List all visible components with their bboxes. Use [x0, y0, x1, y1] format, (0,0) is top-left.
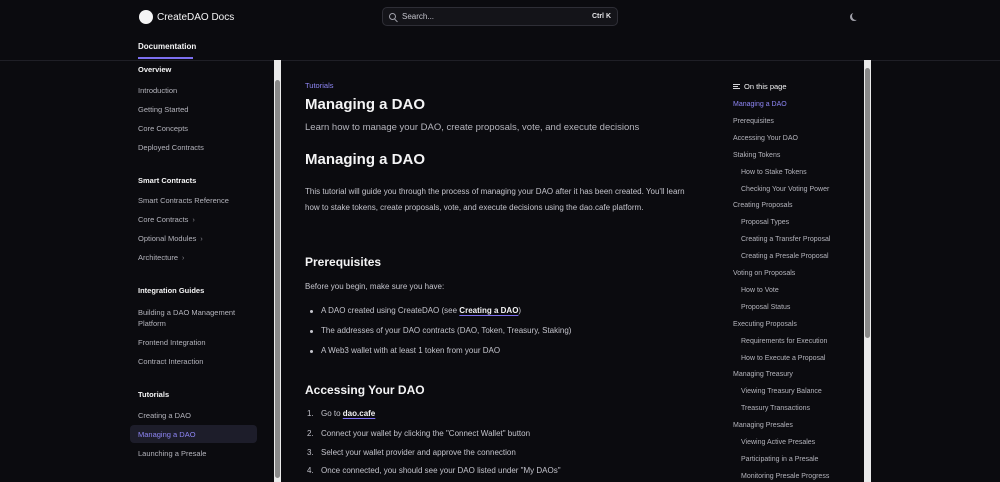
- toc-item[interactable]: How to Stake Tokens: [741, 169, 807, 176]
- toc-item[interactable]: Prerequisites: [733, 118, 774, 125]
- sidebar-item-launching-presale[interactable]: Launching a Presale: [138, 449, 206, 458]
- toc-item[interactable]: Monitoring Presale Progress: [741, 473, 829, 480]
- sidebar-section-overview[interactable]: Overview: [138, 65, 171, 74]
- sidebar-item-contract-interaction[interactable]: Contract Interaction: [138, 357, 203, 366]
- toc-item[interactable]: Creating Proposals: [733, 202, 793, 209]
- list-item: Go to dao.cafe: [321, 409, 376, 418]
- sidebar-item-label: Optional Modules: [138, 234, 197, 243]
- toc-heading: On this page: [733, 82, 787, 91]
- toc-item[interactable]: Proposal Status: [741, 304, 790, 311]
- toc-item[interactable]: How to Execute a Proposal: [741, 355, 825, 362]
- toc-item[interactable]: Checking Your Voting Power: [741, 186, 829, 193]
- tab-active-indicator: [138, 57, 193, 59]
- toc-item[interactable]: Staking Tokens: [733, 152, 780, 159]
- search-shortcut: Ctrl K: [591, 13, 611, 20]
- chevron-right-icon: ›: [200, 236, 203, 243]
- list-item: Connect your wallet by clicking the "Con…: [321, 429, 531, 438]
- sidebar-item-core-concepts[interactable]: Core Concepts: [138, 124, 188, 133]
- sidebar-section-integration-guides: Integration Guides: [138, 286, 205, 295]
- bullet-icon: [310, 330, 313, 333]
- bullet-icon: [310, 310, 313, 313]
- list-item: Select your wallet provider and approve …: [321, 448, 516, 457]
- bullet-icon: [310, 350, 313, 353]
- tab-documentation[interactable]: Documentation: [138, 42, 196, 51]
- sidebar-item-managing-dao[interactable]: Managing a DAO: [130, 425, 257, 443]
- sidebar-item-optional-modules[interactable]: Optional Modules ›: [138, 234, 203, 243]
- moon-icon: [852, 12, 860, 20]
- list-item: A DAO created using CreateDAO (see Creat…: [321, 306, 522, 315]
- sidebar-scrollbar-thumb[interactable]: [275, 80, 280, 478]
- toc-item[interactable]: Treasury Transactions: [741, 405, 810, 412]
- search-placeholder: Search...: [402, 12, 435, 21]
- sidebar-item-getting-started[interactable]: Getting Started: [138, 105, 188, 114]
- step-number: 3.: [307, 448, 314, 457]
- toc-item[interactable]: Creating a Presale Proposal: [741, 253, 829, 260]
- list-icon: [733, 84, 740, 89]
- sidebar-nav: Overview Introduction Getting Started Co…: [130, 60, 272, 482]
- intro-paragraph: This tutorial will guide you through the…: [305, 187, 685, 212]
- list-item: Once connected, you should see your DAO …: [321, 466, 561, 475]
- sidebar-item-architecture[interactable]: Architecture ›: [138, 253, 184, 262]
- chevron-right-icon: ›: [182, 255, 185, 262]
- sidebar-item-core-contracts[interactable]: Core Contracts ›: [138, 215, 195, 224]
- logo-text: CreateDAO Docs: [157, 11, 235, 23]
- toc-item[interactable]: Participating in a Presale: [741, 456, 818, 463]
- sidebar-item-creating-dao[interactable]: Creating a DAO: [138, 411, 191, 420]
- sidebar-item-building-dao-platform[interactable]: Building a DAO Management Platform: [138, 307, 248, 329]
- top-header: CreateDAO Docs Search... Ctrl K: [0, 0, 1000, 61]
- creating-dao-link[interactable]: Creating a DAO: [459, 306, 518, 315]
- list-item: A Web3 wallet with at least 1 token from…: [321, 346, 501, 355]
- sidebar-section-tutorials: Tutorials: [138, 390, 170, 399]
- step-number: 2.: [307, 429, 314, 438]
- heading-accessing-dao: Accessing Your DAO: [305, 383, 425, 397]
- logo-link[interactable]: CreateDAO Docs: [139, 9, 234, 25]
- toc-item[interactable]: Requirements for Execution: [741, 338, 827, 345]
- page-scrollbar-thumb[interactable]: [865, 68, 870, 338]
- toc-item[interactable]: Voting on Proposals: [733, 270, 795, 277]
- sidebar-section-smart-contracts: Smart Contracts: [138, 176, 197, 185]
- search-icon: [389, 13, 396, 20]
- sidebar-item-introduction[interactable]: Introduction: [138, 86, 177, 95]
- sidebar-item-label: Architecture: [138, 253, 179, 262]
- sidebar-item-smart-contracts-reference[interactable]: Smart Contracts Reference: [138, 196, 229, 205]
- sidebar-item-deployed-contracts[interactable]: Deployed Contracts: [138, 143, 204, 152]
- toc-item[interactable]: Viewing Treasury Balance: [741, 388, 822, 395]
- step-number: 4.: [307, 466, 314, 475]
- toc-item[interactable]: Managing a DAO: [733, 101, 787, 108]
- toc-item[interactable]: Creating a Transfer Proposal: [741, 236, 831, 243]
- toc-item[interactable]: Proposal Types: [741, 219, 789, 226]
- toc-item[interactable]: How to Vote: [741, 287, 779, 294]
- breadcrumb[interactable]: Tutorials: [305, 81, 333, 90]
- toc-item[interactable]: Accessing Your DAO: [733, 135, 798, 142]
- toc-item[interactable]: Managing Treasury: [733, 371, 793, 378]
- chevron-right-icon: ›: [192, 217, 195, 224]
- page-title: Managing a DAO: [305, 96, 426, 113]
- prereq-intro: Before you begin, make sure you have:: [305, 282, 445, 291]
- page-description: Learn how to manage your DAO, create pro…: [305, 122, 640, 133]
- logo-icon: [139, 10, 153, 24]
- theme-toggle-button[interactable]: [849, 12, 859, 22]
- list-item: The addresses of your DAO contracts (DAO…: [321, 326, 572, 335]
- sidebar-item-label: Core Contracts: [138, 215, 189, 224]
- dao-cafe-link[interactable]: dao.cafe: [343, 409, 375, 418]
- toc-item[interactable]: Executing Proposals: [733, 321, 797, 328]
- search-button[interactable]: Search... Ctrl K: [382, 7, 618, 26]
- toc-item[interactable]: Viewing Active Presales: [741, 439, 815, 446]
- step-number: 1.: [307, 409, 314, 418]
- heading-prerequisites: Prerequisites: [305, 255, 382, 269]
- sidebar-item-label: Managing a DAO: [138, 430, 196, 439]
- toc-item[interactable]: Managing Presales: [733, 422, 793, 429]
- sidebar-item-frontend-integration[interactable]: Frontend Integration: [138, 338, 206, 347]
- heading-managing-dao: Managing a DAO: [305, 151, 426, 168]
